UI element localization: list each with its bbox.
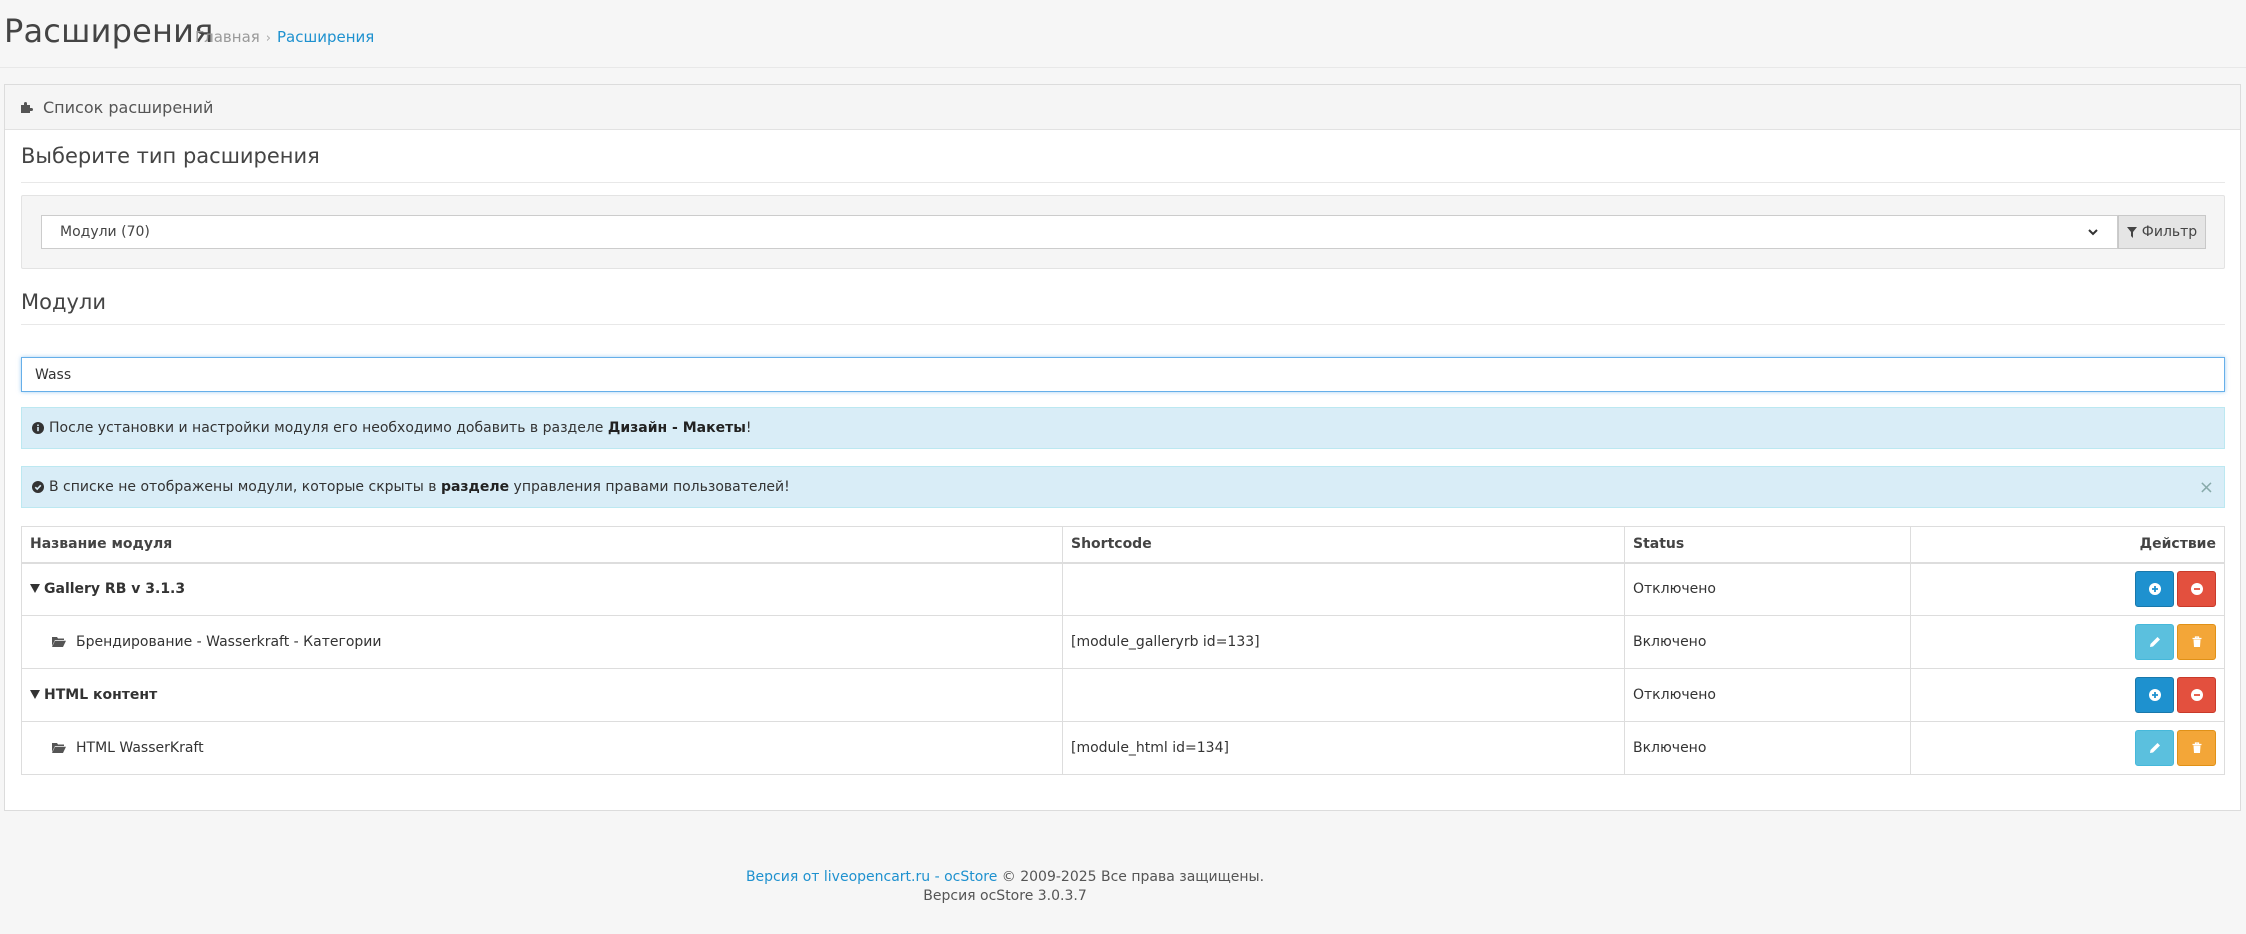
table-row: HTML WasserKraft [module_html id=134] Вк… [21, 721, 2225, 775]
liveopencart-link[interactable]: Версия от liveopencart.ru [746, 869, 930, 885]
modules-section-title: Модули [21, 290, 106, 314]
module-group-name[interactable]: HTML контент [21, 668, 1063, 722]
breadcrumb: Главная › Расширения [195, 28, 374, 46]
uninstall-button[interactable] [2177, 571, 2216, 608]
table-row: Брендирование - Wasserkraft - Категории … [21, 615, 2225, 669]
minus-circle-icon [2190, 689, 2203, 701]
check-circle-icon [32, 481, 44, 493]
module-actions [1910, 721, 2225, 775]
panel-heading-label: Список расширений [43, 97, 214, 117]
plus-circle-icon [2148, 583, 2161, 596]
folder-open-icon [52, 637, 66, 647]
module-group-name[interactable]: Gallery RB v 3.1.3 [21, 562, 1063, 616]
module-status: Отключено [1624, 562, 1911, 616]
module-status: Включено [1624, 615, 1911, 669]
close-icon[interactable]: × [2199, 477, 2214, 498]
info-circle-icon [32, 422, 44, 434]
ocstore-link[interactable]: ocStore [944, 869, 997, 885]
module-shortcode [1062, 562, 1625, 616]
type-section-title: Выберите тип расширения [21, 144, 320, 168]
permissions-alert-text: В списке не отображены модули, которые с… [49, 479, 790, 495]
info-alert: После установки и настройки модуля его н… [21, 407, 2225, 449]
table-row: HTML контент Отключено [21, 668, 2225, 722]
footer-version: Версия ocStore 3.0.3.7 [923, 888, 1087, 904]
info-alert-text: После установки и настройки модуля его н… [49, 420, 752, 436]
modules-table: Название модуля Shortcode Status Действи… [21, 526, 2225, 775]
delete-button[interactable] [2177, 730, 2216, 766]
plus-circle-icon [2148, 689, 2161, 701]
uninstall-button[interactable] [2177, 677, 2216, 713]
delete-button[interactable] [2177, 624, 2216, 660]
header-action: Действие [1910, 526, 2225, 564]
filter-icon [2126, 226, 2137, 238]
module-status: Отключено [1624, 668, 1911, 722]
extensions-panel: Список расширений Выберите тип расширени… [4, 84, 2241, 811]
filter-button-label: Фильтр [2141, 224, 2198, 240]
module-actions [1910, 615, 2225, 669]
page-header: Расширения Главная › Расширения [0, 0, 2246, 68]
type-filter-well: Модули (70) Фильтр [21, 195, 2225, 269]
module-shortcode: [module_galleryrb id=133] [1062, 615, 1625, 669]
divider [21, 182, 2225, 183]
extension-type-value: Модули (70) [60, 224, 150, 240]
edit-button[interactable] [2135, 624, 2174, 660]
breadcrumb-home[interactable]: Главная [195, 28, 260, 46]
module-name: Брендирование - Wasserkraft - Категории [21, 615, 1063, 669]
folder-open-icon [52, 743, 66, 753]
filter-button[interactable]: Фильтр [2118, 215, 2206, 249]
trash-icon [2192, 636, 2201, 647]
edit-button[interactable] [2135, 730, 2174, 766]
module-search-input[interactable] [21, 357, 2225, 392]
install-button[interactable] [2135, 571, 2174, 608]
caret-down-icon [30, 584, 40, 594]
caret-down-icon [30, 690, 40, 699]
trash-icon [2192, 742, 2201, 753]
footer: Версия от liveopencart.ru - ocStore © 20… [0, 868, 2010, 906]
minus-circle-icon [2190, 583, 2203, 596]
permissions-alert: В списке не отображены модули, которые с… [21, 466, 2225, 508]
table-header-row: Название модуля Shortcode Status Действи… [21, 526, 2225, 564]
puzzle-icon [21, 102, 33, 113]
breadcrumb-current[interactable]: Расширения [277, 28, 374, 46]
module-shortcode: [module_html id=134] [1062, 721, 1625, 775]
header-name: Название модуля [21, 526, 1063, 564]
module-name: HTML WasserKraft [21, 721, 1063, 775]
chevron-down-icon [2088, 229, 2098, 236]
page-title: Расширения [4, 12, 214, 50]
header-status: Status [1624, 526, 1911, 564]
module-actions [1910, 668, 2225, 722]
footer-copy-text: © 2009-2025 Все права защищены. [997, 869, 1265, 885]
module-shortcode [1062, 668, 1625, 722]
header-shortcode: Shortcode [1062, 526, 1625, 564]
extension-type-select[interactable]: Модули (70) [41, 215, 2118, 249]
install-button[interactable] [2135, 677, 2174, 713]
divider [21, 324, 2225, 325]
footer-dash: - [930, 869, 945, 885]
module-actions [1910, 562, 2225, 616]
table-row: Gallery RB v 3.1.3 Отключено [21, 562, 2225, 616]
breadcrumb-separator: › [265, 31, 271, 46]
panel-heading: Список расширений [5, 85, 2240, 130]
pencil-icon [2149, 743, 2160, 753]
pencil-icon [2149, 637, 2160, 647]
module-status: Включено [1624, 721, 1911, 775]
footer-copyright: Версия от liveopencart.ru - ocStore © 20… [0, 868, 2010, 887]
